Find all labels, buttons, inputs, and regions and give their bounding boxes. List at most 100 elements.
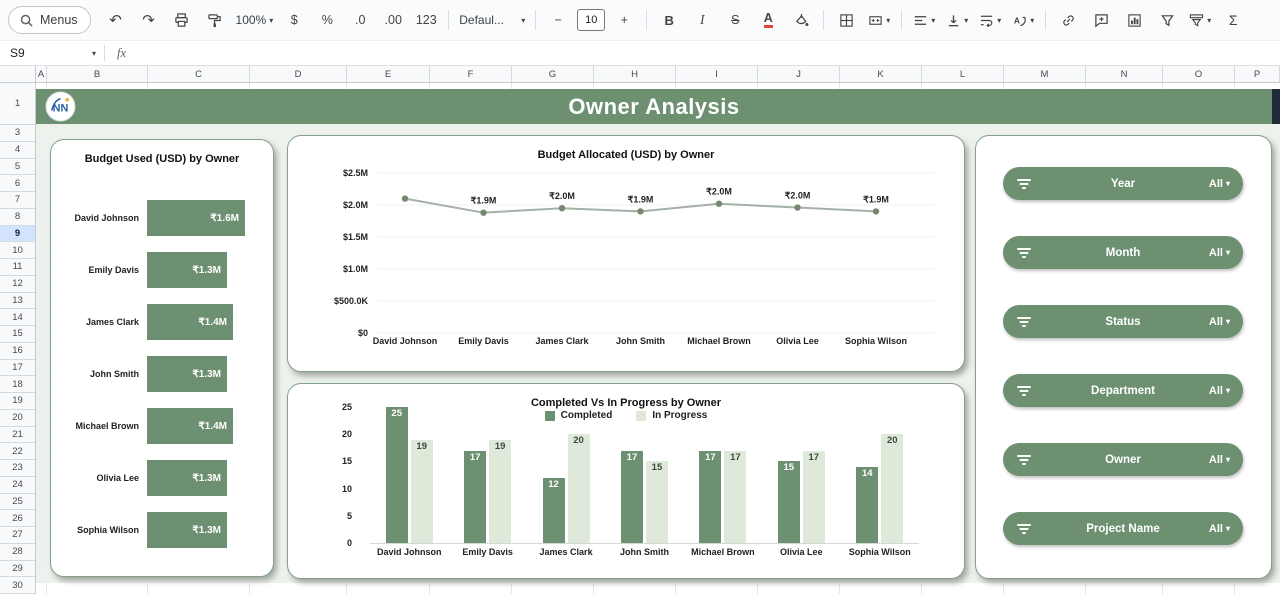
row-header-13[interactable]: 13 (0, 293, 35, 310)
column-header-a[interactable]: A (36, 66, 47, 82)
paint-format-button[interactable] (199, 7, 231, 33)
insert-comment-button[interactable] (1085, 7, 1117, 33)
redo-button[interactable]: ↷ (133, 7, 165, 33)
text-rotation-button[interactable]: A ▾ (1007, 7, 1039, 33)
row-header-16[interactable]: 16 (0, 343, 35, 360)
row-header-26[interactable]: 26 (0, 510, 35, 527)
select-all-corner[interactable] (0, 66, 36, 83)
strikethrough-button[interactable]: S (719, 7, 751, 33)
functions-button[interactable]: Σ (1217, 7, 1249, 33)
row-header-8[interactable]: 8 (0, 209, 35, 226)
font-family-select[interactable]: Defaul...▾ (455, 7, 529, 33)
row-header-7[interactable]: 7 (0, 192, 35, 209)
row-header-29[interactable]: 29 (0, 561, 35, 578)
zoom-select[interactable]: 100%▾ (232, 7, 278, 33)
print-button[interactable] (166, 7, 198, 33)
row-header-25[interactable]: 25 (0, 494, 35, 511)
row-header-9[interactable]: 9 (0, 226, 35, 243)
decrease-font-size-button[interactable]: − (542, 7, 574, 33)
decrease-decimal-button[interactable]: .0 (344, 7, 376, 33)
column-header-g[interactable]: G (512, 66, 594, 82)
slicer-value[interactable]: All▾ (1209, 523, 1230, 535)
slicer-owner[interactable]: OwnerAll▾ (1003, 443, 1243, 476)
row-header-27[interactable]: 27 (0, 527, 35, 544)
column-header-o[interactable]: O (1163, 66, 1235, 82)
row-header-15[interactable]: 15 (0, 326, 35, 343)
slicer-value[interactable]: All▾ (1209, 385, 1230, 397)
filter-icon (1160, 13, 1175, 28)
slicer-value[interactable]: All▾ (1209, 316, 1230, 328)
text-color-button[interactable]: A (752, 7, 784, 33)
column-header-j[interactable]: J (758, 66, 840, 82)
budget-used-chart[interactable]: Budget Used (USD) by Owner David Johnson… (50, 139, 274, 577)
column-header-d[interactable]: D (250, 66, 347, 82)
increase-font-size-button[interactable]: + (608, 7, 640, 33)
menus-button[interactable]: Menus (8, 6, 91, 34)
horizontal-align-button[interactable]: ▾ (908, 7, 940, 33)
filter-views-button[interactable]: ▾ (1184, 7, 1216, 33)
slicer-value[interactable]: All▾ (1209, 178, 1230, 190)
column-header-f[interactable]: F (430, 66, 512, 82)
row-header-23[interactable]: 23 (0, 460, 35, 477)
row-header-18[interactable]: 18 (0, 376, 35, 393)
row-header-22[interactable]: 22 (0, 443, 35, 460)
slicer-project-name[interactable]: Project NameAll▾ (1003, 512, 1243, 545)
bar: ₹1.4M (147, 408, 233, 444)
row-header-24[interactable]: 24 (0, 477, 35, 494)
completed-inprogress-chart[interactable]: Completed Vs In Progress by Owner Comple… (287, 383, 965, 579)
row-header-10[interactable]: 10 (0, 242, 35, 259)
row-header-12[interactable]: 12 (0, 276, 35, 293)
bar-value-label: 12 (539, 479, 569, 490)
font-size-input[interactable]: 10 (577, 9, 605, 31)
name-box[interactable]: S9 ▾ (0, 41, 104, 65)
create-filter-button[interactable] (1151, 7, 1183, 33)
bar: ₹1.3M (147, 356, 227, 392)
undo-button[interactable]: ↶ (100, 7, 132, 33)
column-header-c[interactable]: C (148, 66, 250, 82)
slicer-department[interactable]: DepartmentAll▾ (1003, 374, 1243, 407)
column-header-b[interactable]: B (47, 66, 148, 82)
row-header-1[interactable]: 1 (0, 83, 35, 125)
insert-link-button[interactable] (1052, 7, 1084, 33)
column-header-m[interactable]: M (1004, 66, 1086, 82)
category-label: John Smith (605, 547, 683, 557)
row-header-28[interactable]: 28 (0, 544, 35, 561)
text-wrap-button[interactable]: ▾ (974, 7, 1006, 33)
column-header-i[interactable]: I (676, 66, 758, 82)
row-header-6[interactable]: 6 (0, 175, 35, 192)
row-header-14[interactable]: 14 (0, 309, 35, 326)
format-currency-button[interactable]: $ (278, 7, 310, 33)
column-header-e[interactable]: E (347, 66, 430, 82)
formula-input[interactable] (126, 41, 1280, 65)
budget-allocated-chart[interactable]: Budget Allocated (USD) by Owner $0$500.0… (287, 135, 965, 372)
row-header-21[interactable]: 21 (0, 427, 35, 444)
column-header-l[interactable]: L (922, 66, 1004, 82)
row-header-17[interactable]: 17 (0, 360, 35, 377)
row-header-30[interactable]: 30 (0, 577, 35, 594)
fill-color-button[interactable] (785, 7, 817, 33)
slicer-month[interactable]: MonthAll▾ (1003, 236, 1243, 269)
column-header-n[interactable]: N (1086, 66, 1163, 82)
format-percent-button[interactable]: % (311, 7, 343, 33)
row-header-4[interactable]: 4 (0, 142, 35, 159)
row-header-5[interactable]: 5 (0, 159, 35, 176)
slicer-year[interactable]: YearAll▾ (1003, 167, 1243, 200)
row-header-19[interactable]: 19 (0, 393, 35, 410)
row-header-3[interactable]: 3 (0, 125, 35, 142)
column-header-p[interactable]: P (1235, 66, 1280, 82)
bold-button[interactable]: B (653, 7, 685, 33)
slicer-status[interactable]: StatusAll▾ (1003, 305, 1243, 338)
borders-button[interactable] (830, 7, 862, 33)
merge-cells-button[interactable]: ▾ (863, 7, 895, 33)
insert-chart-button[interactable] (1118, 7, 1150, 33)
increase-decimal-button[interactable]: .00 (377, 7, 409, 33)
more-formats-button[interactable]: 123 (410, 7, 442, 33)
slicer-value[interactable]: All▾ (1209, 247, 1230, 259)
column-header-k[interactable]: K (840, 66, 922, 82)
row-header-11[interactable]: 11 (0, 259, 35, 276)
italic-button[interactable]: I (686, 7, 718, 33)
row-header-20[interactable]: 20 (0, 410, 35, 427)
slicer-value[interactable]: All▾ (1209, 454, 1230, 466)
column-header-h[interactable]: H (594, 66, 676, 82)
vertical-align-button[interactable]: ▾ (941, 7, 973, 33)
